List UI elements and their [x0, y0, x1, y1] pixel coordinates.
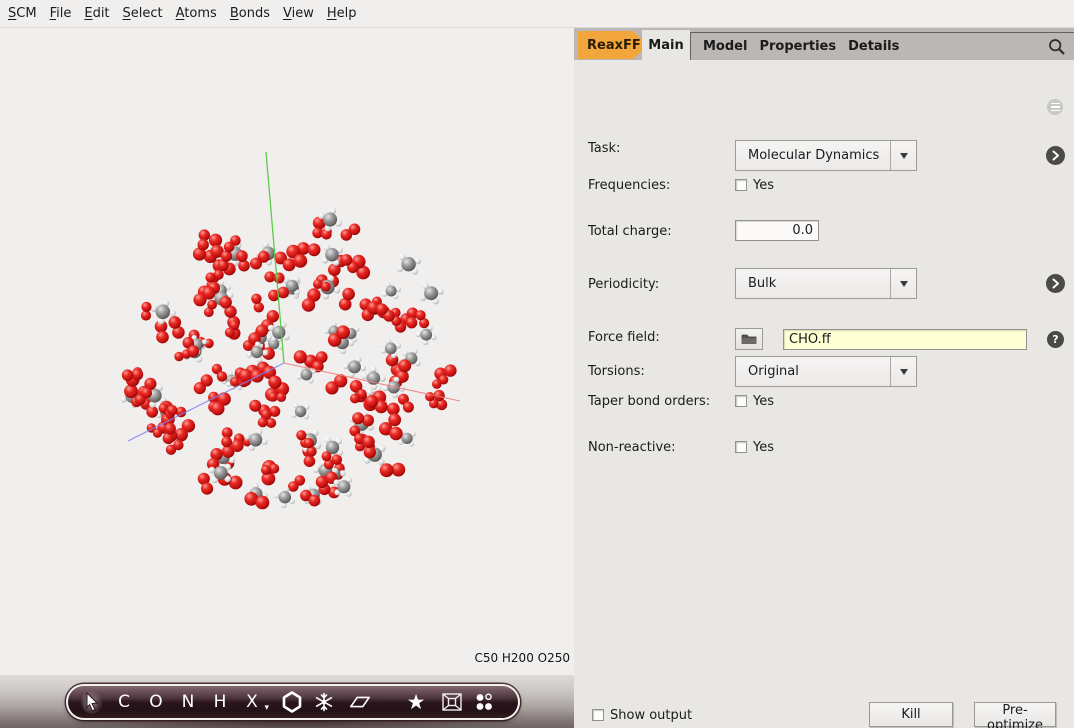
molecule-scene [0, 28, 574, 675]
menu-edit[interactable]: Edit [84, 2, 120, 25]
force-field-input[interactable] [783, 329, 1027, 350]
formula-label: C50 H200 O250 [474, 651, 570, 665]
tab-details[interactable]: Details [842, 33, 905, 61]
total-charge-input[interactable] [735, 220, 819, 241]
element-o-button[interactable]: O [145, 690, 167, 714]
browse-folder-button[interactable] [735, 328, 763, 350]
menu-bonds[interactable]: Bonds [230, 2, 281, 25]
frequencies-label: Frequencies: [588, 178, 670, 193]
periodicity-value: Bulk [736, 276, 890, 291]
menu-bar: SCM File Edit Select Atoms Bonds View He… [0, 0, 1074, 28]
total-charge-label: Total charge: [588, 224, 672, 239]
inactive-tabs-frame: Model Properties Details [690, 32, 1074, 60]
toolbar-band: C O N H X▾ ★ [0, 675, 574, 728]
force-field-label: Force field: [588, 330, 660, 345]
reaxff-panel: ReaxFF Main Model Properties Details Tas… [574, 28, 1074, 728]
task-value: Molecular Dynamics [736, 148, 890, 163]
chevron-down-icon [890, 141, 916, 170]
menu-atoms[interactable]: Atoms [176, 2, 228, 25]
task-dropdown[interactable]: Molecular Dynamics [735, 140, 917, 171]
non-reactive-checkbox[interactable] [735, 441, 747, 453]
menu-file[interactable]: File [50, 2, 83, 25]
element-h-button[interactable]: H [209, 690, 231, 714]
taper-bond-orders-checkbox[interactable] [735, 395, 747, 407]
kill-button[interactable]: Kill [869, 702, 953, 727]
periodicity-dropdown[interactable]: Bulk [735, 268, 917, 299]
help-icon[interactable]: ? [1047, 331, 1064, 348]
atom-dots-icon[interactable] [473, 690, 495, 714]
tab-main[interactable]: Main [642, 30, 690, 60]
tab-bar: ReaxFF Main Model Properties Details [574, 28, 1074, 60]
task-detail-arrow-icon[interactable] [1046, 146, 1065, 165]
left-pane: C50 H200 O250 C O N H X▾ [0, 28, 574, 728]
element-c-button[interactable]: C [113, 690, 135, 714]
ring-icon[interactable] [281, 690, 303, 714]
builder-toolbar: C O N H X▾ ★ [66, 684, 520, 720]
element-x-button[interactable]: X▾ [241, 690, 263, 714]
plane-icon[interactable] [349, 690, 371, 714]
periodic-box-icon[interactable] [441, 690, 463, 714]
tab-properties[interactable]: Properties [753, 33, 842, 61]
menu-view[interactable]: View [283, 2, 325, 25]
molecule-viewer[interactable]: C50 H200 O250 [0, 28, 574, 675]
folder-icon [741, 333, 757, 345]
snowflake-icon[interactable] [313, 690, 335, 714]
show-output-label: Show output [610, 708, 692, 723]
non-reactive-label: Non-reactive: [588, 440, 676, 455]
taper-bond-orders-option: Yes [753, 394, 774, 409]
task-label: Task: [588, 141, 620, 156]
panel-content: Task: Molecular Dynamics Frequencies: Ye… [574, 60, 1074, 728]
pre-optimize-button[interactable]: Pre-optimize [974, 702, 1056, 727]
menu-select[interactable]: Select [123, 2, 174, 25]
element-x-dropdown-caret: ▾ [264, 703, 269, 713]
star-icon[interactable]: ★ [405, 690, 427, 714]
menu-scm[interactable]: SCM [8, 2, 48, 25]
show-output-checkbox[interactable] [592, 709, 604, 721]
torsions-value: Original [736, 364, 890, 379]
torsions-dropdown[interactable]: Original [735, 356, 917, 387]
taper-bond-orders-label: Taper bond orders: [588, 394, 710, 409]
tab-model[interactable]: Model [697, 33, 753, 61]
non-reactive-option: Yes [753, 440, 774, 455]
torsions-label: Torsions: [588, 364, 645, 379]
chevron-down-icon [890, 269, 916, 298]
select-cursor-icon[interactable] [81, 690, 103, 714]
periodicity-label: Periodicity: [588, 277, 659, 292]
menu-help[interactable]: Help [327, 2, 368, 25]
frequencies-option: Yes [753, 178, 774, 193]
panel-menu-icon[interactable] [1047, 99, 1063, 115]
periodicity-detail-arrow-icon[interactable] [1046, 274, 1065, 293]
element-n-button[interactable]: N [177, 690, 199, 714]
tab-reaxff[interactable]: ReaxFF [578, 31, 648, 59]
chevron-down-icon [890, 357, 916, 386]
search-icon[interactable] [1048, 38, 1066, 56]
frequencies-checkbox[interactable] [735, 179, 747, 191]
